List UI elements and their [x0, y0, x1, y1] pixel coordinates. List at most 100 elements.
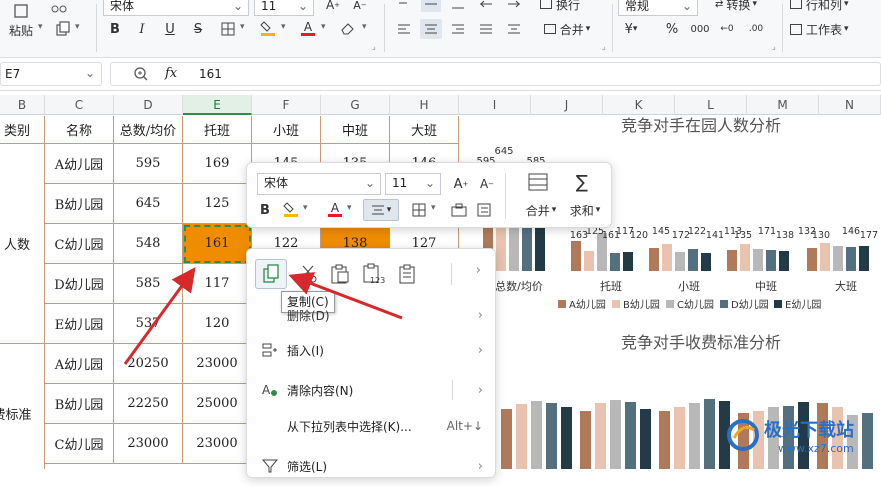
align-middle-icon[interactable]: [421, 0, 441, 12]
bold-icon[interactable]: B: [105, 20, 125, 38]
paste-icon[interactable]: [6, 2, 36, 20]
menu-item-delete[interactable]: 删除(D) ›: [247, 295, 497, 335]
paste-values-icon[interactable]: 123: [359, 261, 389, 287]
mini-sum-button[interactable]: 求和 ▾: [563, 201, 607, 219]
border-icon[interactable]: [409, 201, 429, 219]
col-header-n[interactable]: N: [819, 95, 881, 115]
header-xiao[interactable]: 小班: [252, 116, 321, 144]
name-cell[interactable]: A幼儿园: [45, 344, 114, 384]
font-size-select[interactable]: 11 ⌄: [254, 0, 314, 16]
formula-input[interactable]: fx 161: [110, 62, 881, 86]
merge-icon[interactable]: [527, 171, 549, 193]
col-header-f[interactable]: F: [252, 95, 321, 115]
menu-item-filter[interactable]: 筛选(L) ›: [247, 446, 497, 486]
thousands-icon[interactable]: 000: [688, 20, 712, 38]
cut-icon[interactable]: [48, 0, 70, 16]
tuo-cell[interactable]: 23000: [183, 344, 252, 384]
col-header-e[interactable]: E: [183, 95, 252, 115]
col-header-h[interactable]: H: [390, 95, 459, 115]
name-cell[interactable]: C幼儿园: [45, 224, 114, 264]
header-tuo[interactable]: 托班: [183, 116, 252, 144]
col-header-b[interactable]: B: [0, 95, 45, 115]
sum-icon[interactable]: ∑: [571, 171, 593, 193]
total-cell[interactable]: 595: [114, 144, 183, 184]
border-icon[interactable]: [218, 20, 238, 38]
decrease-font-icon[interactable]: A −: [351, 0, 369, 14]
cut-icon[interactable]: [295, 261, 321, 287]
border-dropdown-icon[interactable]: ▾: [431, 203, 436, 213]
header-name[interactable]: 名称: [45, 116, 114, 144]
increase-font-icon[interactable]: A +: [451, 175, 471, 193]
category-cell-fee[interactable]: 费标准: [0, 344, 45, 469]
font-color-dropdown-icon[interactable]: ▾: [321, 22, 326, 32]
worksheet-button[interactable]: 工作表 ▾: [790, 20, 880, 38]
paste-button[interactable]: 粘贴: [2, 22, 40, 38]
currency-button[interactable]: ¥ ▾: [620, 20, 642, 38]
name-cell[interactable]: B幼儿园: [45, 184, 114, 224]
font-color-icon[interactable]: A: [325, 199, 345, 219]
tuo-cell[interactable]: 23000: [183, 424, 252, 464]
name-box[interactable]: E7 ⌄: [0, 62, 102, 86]
tuo-cell[interactable]: 117: [183, 264, 252, 304]
copy-dropdown-icon[interactable]: ▾: [75, 22, 80, 32]
alignment-settings-icon[interactable]: ⌟: [602, 42, 606, 51]
copy-icon[interactable]: [255, 259, 287, 289]
italic-icon[interactable]: I: [132, 20, 152, 38]
fx-icon[interactable]: fx: [165, 66, 177, 81]
menu-item-pick-from-list[interactable]: 从下拉列表中选择(K)... Alt+↓: [247, 406, 497, 446]
fill-color-icon[interactable]: [281, 199, 301, 219]
decrease-decimal-icon[interactable]: .00: [744, 20, 768, 38]
total-cell[interactable]: 548: [114, 224, 183, 264]
number-format-select[interactable]: 常规 ⌄: [618, 0, 698, 16]
header-category[interactable]: 类别: [0, 116, 45, 144]
font-color-dropdown-icon[interactable]: ▾: [347, 203, 352, 213]
rowcol-button[interactable]: 行和列 ▾: [790, 0, 870, 12]
copy-icon[interactable]: [50, 20, 76, 38]
col-header-k[interactable]: K: [603, 95, 675, 115]
name-cell[interactable]: B幼儿园: [45, 384, 114, 424]
format-painter-icon[interactable]: [449, 201, 469, 219]
distribute-icon[interactable]: [504, 20, 524, 38]
tuo-cell[interactable]: 120: [183, 304, 252, 344]
fill-dropdown-icon[interactable]: ▾: [281, 22, 286, 32]
font-name-select[interactable]: 宋体 ⌄: [103, 0, 249, 16]
bold-icon[interactable]: B: [255, 201, 275, 219]
col-header-d[interactable]: D: [114, 95, 183, 115]
name-cell[interactable]: A幼儿园: [45, 144, 114, 184]
font-color-icon[interactable]: A: [298, 18, 318, 38]
number-settings-icon[interactable]: ⌟: [772, 42, 776, 51]
name-cell[interactable]: C幼儿园: [45, 424, 114, 464]
selected-cell-e7[interactable]: 161: [183, 224, 252, 264]
header-da[interactable]: 大班: [390, 116, 459, 144]
total-cell[interactable]: 537: [114, 304, 183, 344]
tuo-cell[interactable]: 125: [183, 184, 252, 224]
total-cell[interactable]: 23000: [114, 424, 183, 464]
eraser-icon[interactable]: [338, 18, 358, 38]
indent-icon[interactable]: [476, 0, 496, 12]
total-cell[interactable]: 585: [114, 264, 183, 304]
chevron-right-icon[interactable]: ›: [476, 263, 481, 278]
convert-button[interactable]: ⇄ 转换 ▾: [706, 0, 766, 12]
category-cell-renshu[interactable]: 人数: [0, 144, 45, 344]
header-total[interactable]: 总数/均价: [114, 116, 183, 144]
wrap-text-button[interactable]: 换行: [538, 0, 582, 12]
total-cell[interactable]: 22250: [114, 384, 183, 424]
paste-special-icon[interactable]: [395, 261, 421, 287]
tuo-cell[interactable]: 169: [183, 144, 252, 184]
mini-font-select[interactable]: 宋体 ⌄: [257, 173, 381, 195]
paste-dropdown-icon[interactable]: ▾: [38, 22, 43, 32]
col-header-l[interactable]: L: [675, 95, 747, 115]
merge-button[interactable]: 合并 ▾: [538, 20, 596, 38]
font-settings-icon[interactable]: ⌟: [372, 42, 376, 51]
align-right-icon[interactable]: [448, 20, 468, 38]
col-header-c[interactable]: C: [45, 95, 114, 115]
align-center-icon[interactable]: [420, 19, 442, 39]
menu-item-clear[interactable]: A 清除内容(N) ›: [247, 370, 497, 410]
increase-decimal-icon[interactable]: ←0: [716, 20, 738, 38]
justify-icon[interactable]: [476, 20, 496, 38]
decrease-font-icon[interactable]: A −: [477, 175, 497, 193]
align-left-icon[interactable]: [394, 20, 414, 38]
menu-item-insert[interactable]: 插入(I) ›: [247, 330, 497, 370]
total-cell[interactable]: 645: [114, 184, 183, 224]
name-cell[interactable]: D幼儿园: [45, 264, 114, 304]
